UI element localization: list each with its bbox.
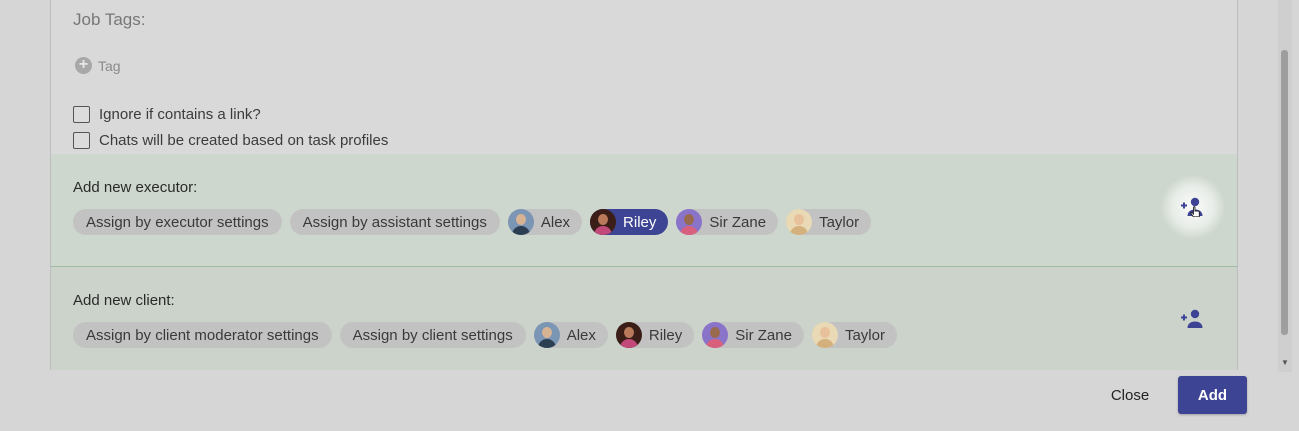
chats-task-profiles-label: Chats will be created based on task prof…: [99, 132, 389, 149]
add-person-icon[interactable]: [1180, 197, 1206, 217]
job-settings-panel: Job Tags: + Tag Ignore if contains a lin…: [50, 0, 1238, 370]
add-person-icon[interactable]: [1180, 309, 1206, 329]
job-tags-title: Job Tags:: [73, 10, 146, 29]
assign-by-client-settings-chip[interactable]: Assign by client settings: [339, 322, 526, 348]
user-name: Alex: [566, 326, 596, 344]
user-name: Sir Zane: [709, 213, 767, 231]
user-name: Taylor: [844, 326, 885, 344]
avatar: [590, 209, 617, 235]
client-user-riley[interactable]: Riley: [615, 322, 695, 348]
client-user-taylor[interactable]: Taylor: [811, 322, 897, 348]
executor-user-alex[interactable]: Alex: [507, 209, 583, 235]
executor-chip-list: Assign by executor settings Assign by as…: [73, 209, 872, 235]
close-button[interactable]: Close: [1098, 379, 1162, 411]
executor-user-taylor[interactable]: Taylor: [786, 209, 872, 235]
add-executor-title: Add new executor:: [73, 179, 198, 196]
scrollbar-thumb[interactable]: [1281, 50, 1288, 335]
ignore-link-label: Ignore if contains a link?: [99, 106, 261, 123]
add-tag-label: Tag: [98, 57, 121, 74]
scroll-down-icon[interactable]: ▼: [1281, 358, 1289, 367]
avatar: [786, 209, 813, 235]
add-client-title: Add new client:: [73, 292, 175, 309]
client-user-alex[interactable]: Alex: [533, 322, 608, 348]
chats-task-profiles-option[interactable]: Chats will be created based on task prof…: [73, 132, 388, 149]
avatar: [702, 322, 729, 348]
user-name: Alex: [540, 213, 571, 231]
assign-by-executor-settings-chip[interactable]: Assign by executor settings: [73, 209, 282, 235]
avatar: [533, 322, 560, 348]
user-name: Taylor: [819, 213, 860, 231]
user-name: Riley: [648, 326, 683, 344]
assign-by-client-moderator-settings-chip[interactable]: Assign by client moderator settings: [73, 322, 332, 348]
client-user-sir-zane[interactable]: Sir Zane: [702, 322, 804, 348]
avatar: [615, 322, 642, 348]
avatar: [811, 322, 838, 348]
client-chip-list: Assign by client moderator settings Assi…: [73, 322, 897, 348]
add-executor-section: Add new executor: Assign by executor set…: [51, 154, 1237, 267]
plus-circle-icon: +: [75, 57, 92, 74]
add-tag-button[interactable]: + Tag: [75, 57, 121, 74]
executor-user-sir-zane[interactable]: Sir Zane: [676, 209, 779, 235]
add-client-section: Add new client: Assign by client moderat…: [51, 267, 1237, 370]
chats-task-profiles-checkbox[interactable]: [73, 132, 90, 149]
user-name: Sir Zane: [735, 326, 792, 344]
ignore-link-option[interactable]: Ignore if contains a link?: [73, 106, 261, 123]
assign-by-assistant-settings-chip[interactable]: Assign by assistant settings: [289, 209, 500, 235]
add-button[interactable]: Add: [1178, 376, 1247, 414]
ignore-link-checkbox[interactable]: [73, 106, 90, 123]
avatar: [676, 209, 703, 235]
user-name: Riley: [623, 213, 657, 231]
vertical-scrollbar[interactable]: ▼: [1278, 0, 1292, 372]
executor-user-riley[interactable]: Riley: [590, 209, 669, 235]
avatar: [507, 209, 534, 235]
